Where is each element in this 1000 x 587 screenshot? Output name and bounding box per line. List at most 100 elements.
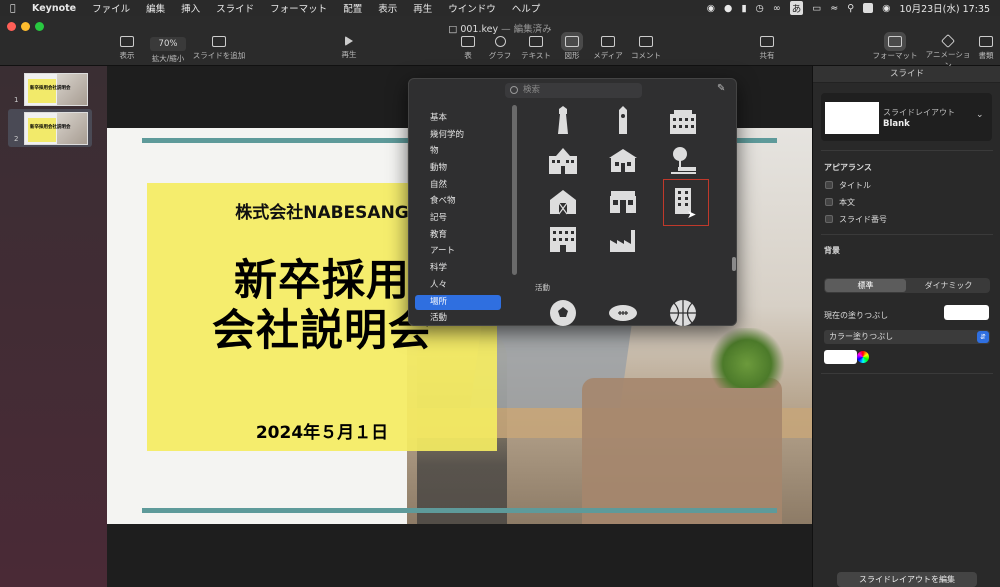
stats-icon[interactable]: ▮ (741, 3, 746, 14)
search-icon[interactable]: ⚲ (847, 3, 854, 14)
pen-icon[interactable]: ✎ (717, 84, 727, 94)
table-icon (461, 36, 475, 47)
menubar-datetime[interactable]: 10月23日(水) 17:35 (900, 1, 991, 15)
control-center-icon[interactable] (863, 3, 874, 13)
thumbnail-image: 新卒採用会社説明会 (24, 73, 88, 106)
menu-play[interactable]: 再生 (405, 1, 440, 15)
slide-number-checkbox[interactable]: スライド番号 (825, 214, 887, 225)
factory-icon[interactable] (608, 224, 638, 254)
add-slide-button[interactable]: スライドを追加 (192, 36, 246, 61)
bluetooth-icon[interactable]: ∞ (773, 3, 781, 14)
slide-number: 2 (14, 135, 19, 143)
record-icon[interactable]: ◉ (707, 3, 715, 14)
inspector-tab-slide[interactable]: スライド (813, 66, 1000, 83)
shape-search-field[interactable]: 検索 (505, 83, 642, 98)
media-button[interactable]: メディア (592, 36, 624, 61)
sidebar-icon (120, 36, 134, 47)
chart-button[interactable]: グラフ (488, 36, 512, 61)
segment-standard[interactable]: 標準 (825, 279, 906, 292)
slide-layout-picker[interactable]: スライドレイアウト Blank ⌄ (821, 93, 992, 141)
category-activities[interactable]: 活動 (415, 311, 501, 326)
category-places[interactable]: 場所 (415, 295, 501, 310)
body-checkbox[interactable]: 本文 (825, 197, 855, 208)
soccer-ball-icon[interactable] (548, 298, 578, 328)
siri-icon[interactable]: ◉ (882, 3, 890, 14)
search-icon (510, 86, 518, 94)
document-button[interactable]: 書類 (976, 36, 996, 61)
color-wheel-icon[interactable] (857, 351, 869, 363)
status-app-icon[interactable]: ● (724, 3, 732, 14)
menu-file[interactable]: ファイル (84, 1, 138, 15)
current-fill-label: 現在の塗りつぶし (824, 311, 889, 320)
category-art[interactable]: アート (415, 244, 501, 259)
category-symbols[interactable]: 記号 (415, 211, 501, 226)
menu-slide[interactable]: スライド (208, 1, 262, 15)
shape-button[interactable]: 図形 (561, 36, 583, 61)
format-button[interactable]: フォーマット (872, 36, 918, 61)
category-education[interactable]: 教育 (415, 228, 501, 243)
menu-app-name[interactable]: Keynote (24, 3, 84, 14)
category-animals[interactable]: 動物 (415, 161, 501, 176)
media-icon (601, 36, 615, 47)
menu-window[interactable]: ウインドウ (440, 1, 504, 15)
category-people[interactable]: 人々 (415, 278, 501, 293)
fill-color-well[interactable] (824, 350, 857, 364)
slide-thumbnail-1[interactable]: 1 新卒採用会社説明会 (8, 70, 92, 108)
category-food[interactable]: 食べ物 (415, 194, 501, 209)
basketball-icon[interactable] (668, 298, 698, 328)
view-button[interactable]: 表示 (114, 36, 140, 61)
checkbox-box (825, 215, 833, 223)
play-icon (345, 36, 353, 46)
school-icon[interactable] (548, 146, 578, 176)
tower-icon[interactable] (608, 106, 638, 136)
clock-icon[interactable]: ◷ (756, 3, 764, 14)
zoom-button[interactable]: 70% 拡大/縮小 (146, 37, 190, 64)
fill-type-select[interactable]: カラー塗りつぶし ⇵ (824, 330, 990, 344)
shape-icon (565, 36, 579, 47)
shop-icon[interactable] (608, 186, 638, 216)
office-building-icon[interactable] (668, 106, 698, 136)
apple-icon[interactable]:  (10, 3, 24, 14)
shape-category-list: 基本 幾何学的 物 動物 自然 食べ物 記号 教育 アート 科学 人々 場所 活… (409, 105, 514, 327)
category-objects[interactable]: 物 (415, 144, 501, 159)
barn-icon[interactable] (548, 186, 578, 216)
paintbrush-icon (888, 36, 902, 47)
battery-icon[interactable]: ▭ (812, 3, 821, 14)
title-checkbox[interactable]: タイトル (825, 180, 871, 191)
layout-preview (825, 102, 879, 134)
house-icon[interactable] (608, 146, 638, 176)
ime-indicator[interactable]: あ (789, 1, 804, 15)
football-icon[interactable] (608, 298, 638, 328)
menu-help[interactable]: ヘルプ (504, 1, 549, 15)
menu-view[interactable]: 表示 (370, 1, 405, 15)
slide-thumbnail-2[interactable]: 2 新卒採用会社説明会 (8, 109, 92, 147)
play-button[interactable]: 再生 (336, 36, 362, 60)
table-button[interactable]: 表 (458, 36, 478, 61)
category-basic[interactable]: 基本 (415, 111, 501, 126)
category-scrollbar[interactable] (512, 105, 517, 275)
wifi-icon[interactable]: ≈ (830, 3, 838, 14)
comment-button[interactable]: コメント (630, 36, 662, 61)
apartment-icon[interactable] (548, 224, 578, 254)
current-fill-swatch[interactable] (944, 305, 989, 320)
menu-arrange[interactable]: 配置 (335, 1, 370, 15)
event-date[interactable]: 2024年５月１日 (147, 418, 497, 443)
text-icon (529, 36, 543, 47)
menu-edit[interactable]: 編集 (138, 1, 173, 15)
chevron-down-icon: ⌄ (976, 110, 984, 120)
category-science[interactable]: 科学 (415, 261, 501, 276)
menu-insert[interactable]: 挿入 (173, 1, 208, 15)
menu-format[interactable]: フォーマット (262, 1, 335, 15)
category-geometry[interactable]: 幾何学的 (415, 128, 501, 143)
lighthouse-icon[interactable] (548, 106, 578, 136)
share-button[interactable]: 共有 (755, 36, 779, 61)
category-nature[interactable]: 自然 (415, 178, 501, 193)
edit-slide-layout-button[interactable]: スライドレイアウトを編集 (837, 572, 977, 587)
signpost-icon[interactable] (668, 146, 698, 176)
shape-grid-scrollbar[interactable] (732, 257, 736, 271)
mouse-cursor-icon: ➤ (687, 208, 697, 221)
text-button[interactable]: テキスト (520, 36, 552, 61)
segment-dynamic[interactable]: ダイナミック (908, 279, 989, 292)
diamond-icon (940, 33, 956, 49)
bottom-accent-bar[interactable] (142, 508, 777, 513)
